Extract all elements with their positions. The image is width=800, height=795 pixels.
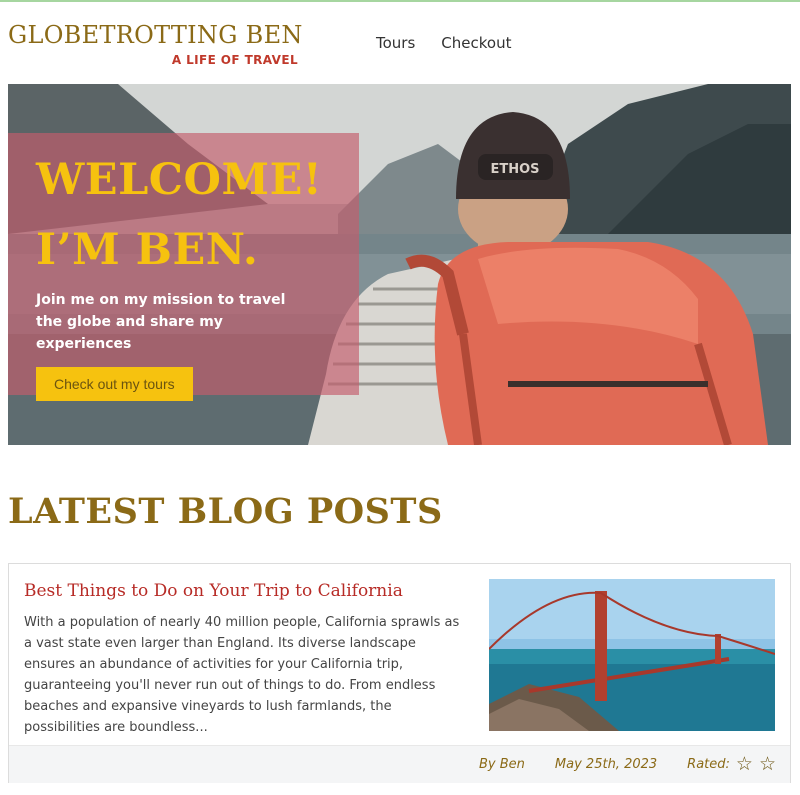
- cap-logo-text: ETHOS: [490, 162, 539, 177]
- hero-heading-line1: WELCOME!: [36, 155, 323, 205]
- blog-post-author: By Ben: [479, 757, 525, 772]
- blog-post-card[interactable]: Best Things to Do on Your Trip to Califo…: [8, 563, 791, 783]
- hero-welcome-panel: WELCOME! I’M BEN. Join me on my mission …: [8, 133, 359, 401]
- star-outline-icon[interactable]: ☆: [759, 755, 776, 774]
- blog-post-meta: By Ben May 25th, 2023 Rated: ☆ ☆: [9, 745, 790, 783]
- brand-logo[interactable]: GLOBETROTTING BEN A LIFE OF TRAVEL: [8, 18, 303, 68]
- latest-blog-posts-heading: LATEST BLOG POSTS: [8, 491, 443, 532]
- top-accent-line: [0, 0, 800, 2]
- hero-banner: ETHOS WELCOME! I’M BEN. Join me on my mi…: [8, 84, 791, 445]
- blog-post-title-link[interactable]: Best Things to Do on Your Trip to Califo…: [24, 581, 403, 601]
- golden-gate-bridge-image[interactable]: [489, 579, 775, 731]
- brand-title: GLOBETROTTING BEN: [8, 21, 303, 49]
- brand-tagline: A LIFE OF TRAVEL: [171, 53, 298, 67]
- nav-tours-link[interactable]: Tours: [376, 34, 415, 52]
- blog-post-date: May 25th, 2023: [554, 757, 658, 772]
- main-nav: Tours Checkout: [376, 34, 511, 52]
- blog-post-rating: Rated: ☆ ☆: [687, 755, 776, 774]
- nav-checkout-link[interactable]: Checkout: [441, 34, 511, 52]
- check-out-tours-button[interactable]: Check out my tours: [36, 367, 193, 401]
- star-outline-icon[interactable]: ☆: [736, 755, 753, 774]
- hero-heading-line2: I’M BEN.: [36, 225, 259, 275]
- hero-subtitle: Join me on my mission to travel the glob…: [36, 292, 286, 352]
- blog-post-excerpt: With a population of nearly 40 million p…: [24, 615, 460, 735]
- rated-label: Rated:: [687, 757, 730, 772]
